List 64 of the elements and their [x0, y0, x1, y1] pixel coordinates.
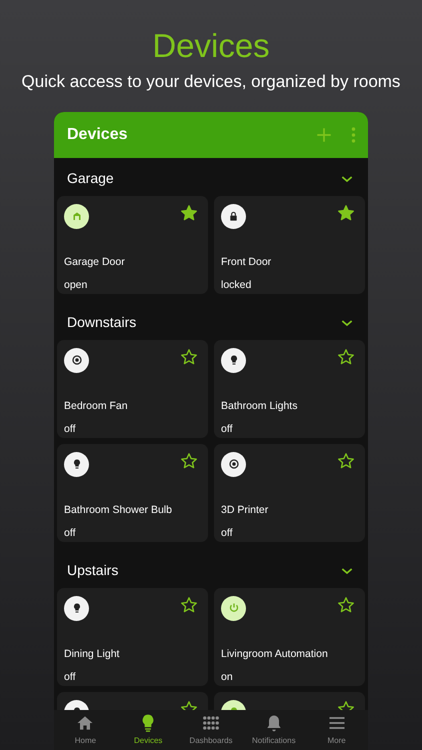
star-outline-icon — [180, 348, 198, 366]
device-state: off — [221, 423, 234, 436]
add-icon — [315, 126, 333, 144]
star-icon — [337, 204, 355, 222]
favorite-button[interactable] — [180, 204, 198, 222]
garage-icon — [70, 210, 82, 222]
device-name: Livingroom Automation — [221, 648, 329, 660]
device-state: open — [64, 279, 88, 292]
device-name: Bathroom Lights — [221, 400, 298, 412]
device-name: 3D Printer — [221, 504, 270, 516]
device-tile[interactable]: Front Door locked — [214, 196, 365, 294]
star-outline-icon — [180, 452, 198, 470]
device-name: Front Door — [221, 256, 272, 268]
device-tile[interactable]: Bedroom Fan off — [57, 340, 208, 438]
lock-icon — [228, 210, 239, 222]
more-icon — [351, 126, 356, 143]
favorite-button[interactable] — [337, 596, 355, 614]
device-icon-button[interactable] — [221, 596, 246, 621]
device-icon-button[interactable] — [64, 204, 89, 229]
device-icon-button[interactable] — [221, 348, 246, 373]
device-name: Dining Light — [64, 648, 120, 660]
favorite-button[interactable] — [337, 348, 355, 366]
device-icon-button[interactable] — [64, 596, 89, 621]
device-state: off — [64, 423, 76, 436]
app-bar-title: Devices — [67, 124, 128, 145]
device-icon-button[interactable] — [221, 204, 246, 229]
device-tile[interactable]: 3D Printer off — [214, 444, 365, 542]
power-icon — [228, 602, 240, 614]
device-state: off — [64, 671, 76, 684]
device-state: off — [64, 527, 76, 540]
nav-tab[interactable]: Dashboards — [180, 710, 242, 750]
favorite-button[interactable] — [337, 452, 355, 470]
nav-tab[interactable]: Home — [54, 710, 117, 750]
device-tile[interactable]: Dining Light off — [57, 588, 208, 686]
favorite-button[interactable] — [180, 348, 198, 366]
star-outline-icon — [337, 348, 355, 366]
device-name: Bedroom Fan — [64, 400, 129, 412]
device-tile[interactable]: Bathroom Lights off — [214, 340, 365, 438]
device-icon-button[interactable] — [221, 452, 246, 477]
star-outline-icon — [337, 452, 355, 470]
nav-tab[interactable]: Notifications — [242, 710, 306, 750]
room-title: Upstairs — [67, 561, 118, 580]
star-outline-icon — [337, 596, 355, 614]
star-outline-icon — [180, 596, 198, 614]
title-text: Devices — [152, 28, 270, 64]
device-tile[interactable]: Bathroom Shower Bulb off — [57, 444, 208, 542]
device-state: locked — [221, 279, 252, 292]
room-title: Garage — [67, 169, 114, 188]
subtitle-text: Quick access to your devices, organized by rooms — [22, 72, 400, 93]
device-tile[interactable]: Livingroom Automation on — [214, 588, 365, 686]
nav-tab[interactable]: Devices — [116, 710, 180, 750]
device-state: on — [221, 671, 234, 684]
device-state: off — [221, 527, 234, 540]
nav-tab[interactable]: More — [305, 710, 368, 750]
device-name: Bathroom Shower Bulb — [64, 504, 173, 516]
favorite-button[interactable] — [180, 452, 198, 470]
device-icon-button[interactable] — [64, 452, 89, 477]
device-icon-button[interactable] — [64, 348, 89, 373]
star-icon — [180, 204, 198, 222]
device-tile[interactable]: Garage Door open — [57, 196, 208, 294]
room-title: Downstairs — [67, 313, 136, 332]
device-name: Garage Door — [64, 256, 126, 268]
favorite-button[interactable] — [337, 204, 355, 222]
favorite-button[interactable] — [180, 596, 198, 614]
